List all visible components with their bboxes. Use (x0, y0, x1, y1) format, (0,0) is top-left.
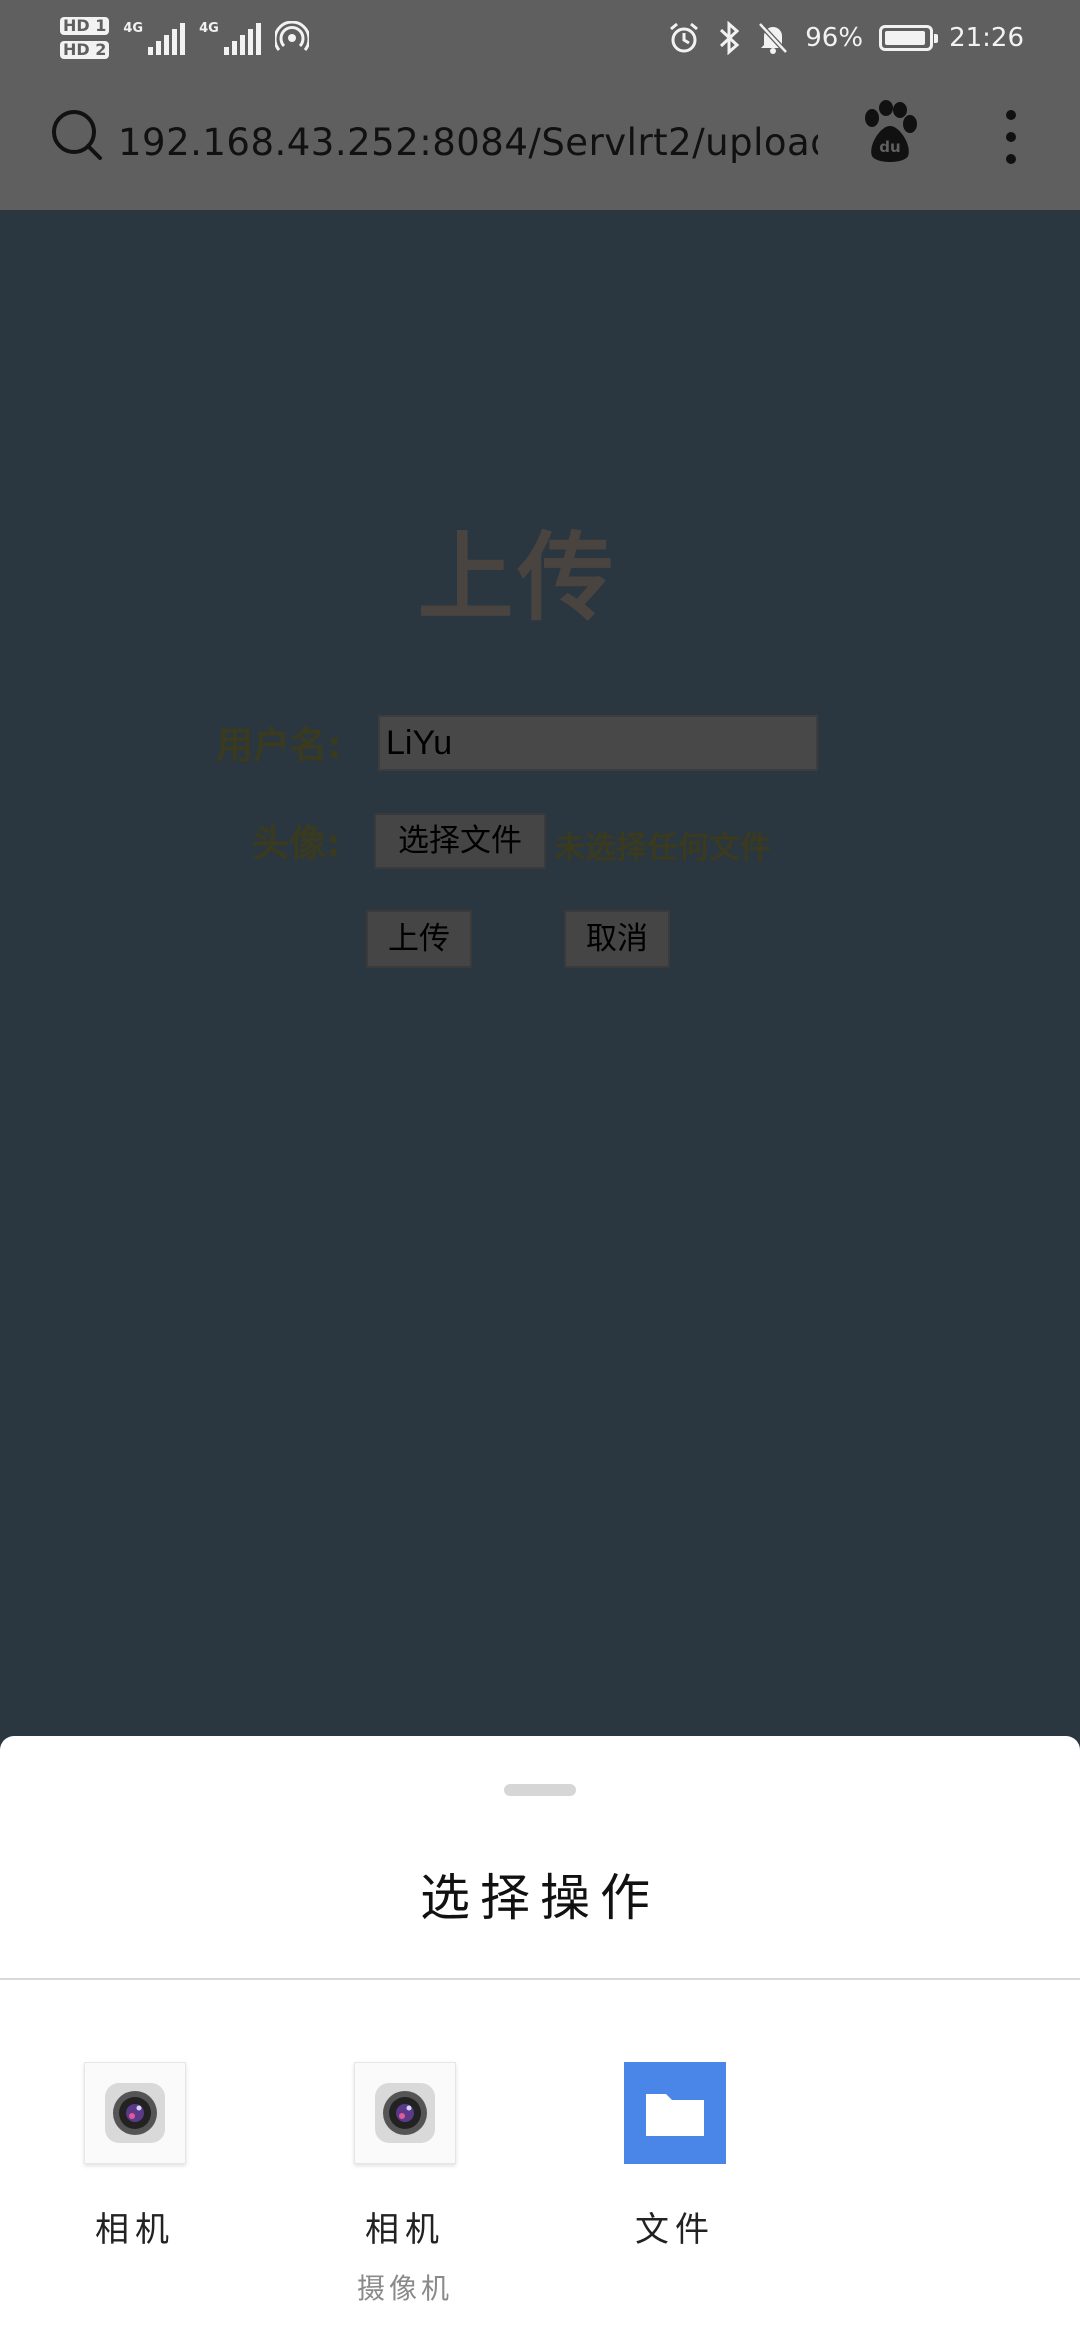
sheet-title: 选择操作 (420, 1869, 660, 1927)
sim1-indicator: HD 1 (60, 17, 110, 35)
camera-icon (354, 2062, 456, 2164)
hotspot-icon (274, 21, 309, 51)
network-type-1: 4G (123, 21, 144, 36)
option-camera-label: 相机 (95, 2210, 175, 2250)
browser-address-bar: 192.168.43.252:8084/Servlrt2/upload.jsp … (0, 76, 1080, 210)
sim-indicators: HD 1 HD 2 (60, 17, 110, 59)
sim2-label: HD 2 (60, 41, 110, 59)
cancel-button[interactable]: 取消 (564, 910, 670, 968)
svg-text:du: du (879, 138, 900, 156)
status-bar: HD 1 HD 2 4G 4G 96% 21:26 (0, 0, 1080, 76)
mute-icon (758, 22, 789, 54)
option-camera[interactable]: 相机 (35, 2062, 235, 2251)
status-left: HD 1 HD 2 4G 4G (60, 8, 309, 68)
option-video-camera[interactable]: 相机 摄像机 (305, 2062, 505, 2307)
url-field[interactable]: 192.168.43.252:8084/Servlrt2/upload.jsp (118, 112, 818, 174)
option-files[interactable]: 文件 (575, 2062, 775, 2251)
signal-icon-2: 4G (199, 21, 261, 55)
page-title: 上传 (417, 522, 618, 634)
file-status-text: 未选择任何文件 (554, 830, 771, 866)
sheet-drag-handle[interactable] (504, 1784, 576, 1796)
more-icon[interactable] (996, 104, 1026, 168)
camera-icon (84, 2062, 186, 2164)
option-video-camera-label: 相机 (365, 2210, 445, 2250)
bluetooth-icon (720, 21, 740, 55)
status-right: 96% 21:26 (667, 14, 1024, 62)
folder-icon (624, 2062, 726, 2164)
network-type-2: 4G (199, 21, 219, 36)
upload-button[interactable]: 上传 (366, 910, 472, 968)
username-label: 用户名: (216, 724, 342, 767)
sim2-indicator: HD 2 (60, 41, 110, 59)
battery-icon (879, 25, 939, 51)
sheet-divider (0, 1978, 1080, 1980)
sim1-label: HD 1 (60, 17, 110, 35)
battery-percent: 96% (805, 23, 864, 53)
clock: 21:26 (949, 23, 1024, 53)
baidu-paw-icon[interactable]: du (860, 100, 920, 164)
search-icon[interactable] (48, 106, 104, 162)
option-files-label: 文件 (635, 2210, 715, 2250)
signal-icon-1: 4G (123, 21, 186, 55)
avatar-label: 头像: (252, 822, 341, 865)
action-sheet: 选择操作 相机 相机 摄像机 文件 (0, 1736, 1080, 2340)
username-input[interactable]: LiYu (378, 715, 818, 771)
option-video-camera-sublabel: 摄像机 (356, 2272, 453, 2305)
web-page: 上传 用户名: LiYu 头像: 选择文件 未选择任何文件 上传 取消 (0, 210, 1080, 1736)
choose-file-button[interactable]: 选择文件 (374, 813, 546, 869)
alarm-icon (670, 22, 699, 53)
battery-fill (885, 31, 926, 45)
